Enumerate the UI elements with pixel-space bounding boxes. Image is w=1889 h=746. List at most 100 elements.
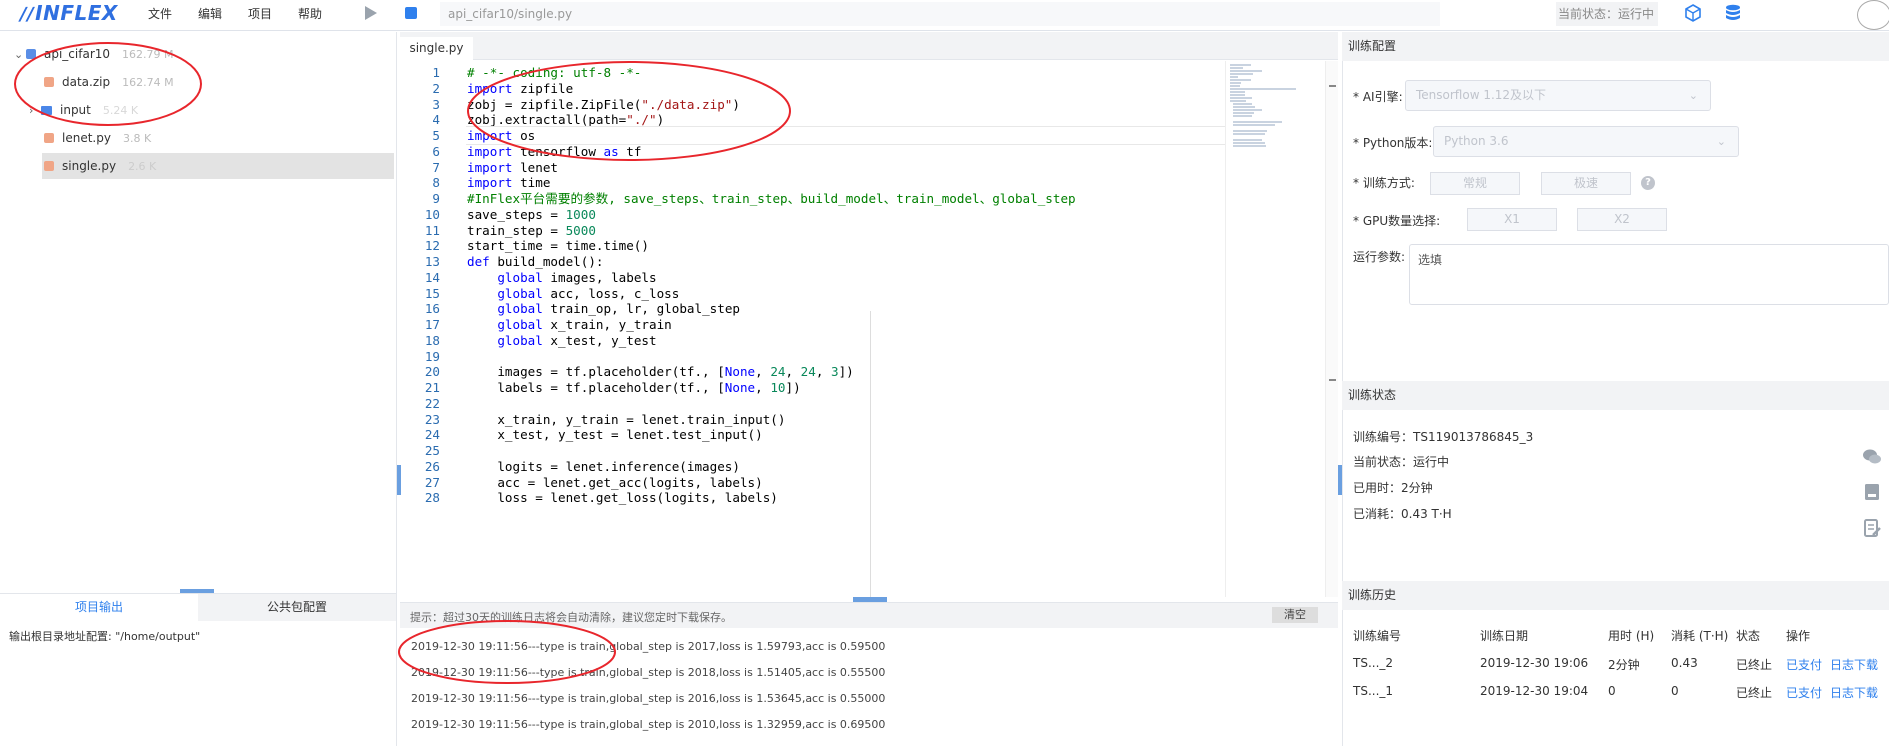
train-id: 训练编号：TS119013786845_3 [1353, 430, 1534, 444]
history-log-download-link[interactable]: 日志下载 [1830, 656, 1878, 673]
train-current-state: 当前状态：运行中 [1353, 455, 1450, 469]
minimap-line [1230, 82, 1241, 84]
left-resize-handle[interactable] [397, 465, 401, 495]
log-line: 2019-12-30 19:11:56---type is train,glob… [411, 692, 886, 705]
help-icon[interactable]: ? [1641, 176, 1655, 190]
minimap-line [1233, 124, 1276, 126]
code-text: loss = lenet.get_loss(logits, labels) [467, 490, 778, 506]
minimap-line [1230, 73, 1254, 75]
history-row-id: TS..._2 [1353, 656, 1394, 670]
history-log-download-link[interactable]: 日志下载 [1830, 684, 1878, 701]
run-status-badge: 当前状态：运行中 [1556, 2, 1658, 26]
train-mode-label: * 训练方式: [1353, 176, 1415, 190]
database-icon[interactable] [1725, 4, 1741, 27]
bookmark-icon[interactable] [1862, 482, 1882, 502]
history-col-cost: 消耗 (T·H) [1671, 629, 1729, 643]
minimap-line [1233, 145, 1267, 147]
history-row-cost: 0.43 [1671, 656, 1698, 670]
history-row-cost: 0 [1671, 684, 1679, 698]
tab-public-package-config[interactable]: 公共包配置 [198, 594, 396, 621]
editor-tab-single-py[interactable]: single.py [400, 37, 473, 60]
train-elapsed: 已用时：2分钟 [1353, 481, 1433, 495]
history-row-date: 2019-12-30 19:06 [1480, 656, 1589, 670]
minimap-line [1230, 88, 1296, 90]
menu-project[interactable]: 项目 [248, 5, 272, 22]
menu-edit[interactable]: 编辑 [198, 5, 222, 22]
minimap-line [1233, 139, 1262, 141]
left-bottom-tabs: 项目输出 公共包配置 [0, 593, 397, 621]
minimap-line [1233, 133, 1265, 135]
code-line[interactable]: 28 loss = lenet.get_loss(logits, labels) [400, 488, 1225, 507]
minimap-line [1230, 91, 1246, 93]
train-history-header: 训练历史 [1342, 581, 1889, 610]
history-row-time: 0 [1608, 684, 1616, 698]
wechat-icon[interactable] [1862, 447, 1882, 467]
minimap-line [1230, 67, 1243, 69]
menu-help[interactable]: 帮助 [298, 5, 322, 22]
minimap-line [1230, 94, 1246, 96]
history-paid-link[interactable]: 已支付 [1786, 684, 1822, 701]
minimap-line [1230, 76, 1239, 78]
minimap-line [1230, 97, 1252, 99]
history-row-date: 2019-12-30 19:04 [1480, 684, 1589, 698]
editor-tab-bar [400, 32, 1338, 60]
clear-log-button[interactable]: 清空 [1272, 607, 1318, 623]
annotation-circle [14, 42, 202, 126]
minimap-line [1230, 64, 1251, 66]
history-row-id: TS..._1 [1353, 684, 1394, 698]
history-col-status: 状态 [1736, 629, 1761, 643]
editor-scrollbar[interactable] [1325, 61, 1338, 597]
train-status-header: 训练状态 [1342, 381, 1889, 410]
menu-file[interactable]: 文件 [148, 5, 172, 22]
code-minimap[interactable] [1225, 61, 1325, 597]
minimap-line [1233, 115, 1253, 117]
stop-button[interactable] [405, 7, 417, 19]
engine-label: * AI引擎: [1353, 90, 1403, 104]
train-mode-normal-button[interactable]: 常规 [1430, 172, 1520, 195]
python-version-label: * Python版本: [1353, 136, 1433, 150]
minimap-line [1233, 121, 1282, 123]
train-mode-fast-button[interactable]: 极速 [1541, 172, 1631, 195]
avatar-icon[interactable] [1857, 0, 1889, 30]
minimap-line [1230, 70, 1263, 72]
log-line: 2019-12-30 19:11:56---type is train,glob… [411, 718, 886, 731]
file-icon [44, 161, 54, 171]
tree-item-single[interactable]: single.py 2.6 K [42, 153, 394, 179]
annotation-circle [467, 61, 791, 161]
gpu-x1-button[interactable]: X1 [1467, 208, 1557, 231]
engine-select[interactable]: Tensorflow 1.12及以下 ⌄ [1405, 80, 1711, 111]
minimap-line [1233, 142, 1265, 144]
chevron-down-icon: ⌄ [1716, 135, 1726, 148]
minimap-line [1230, 79, 1251, 81]
gpu-x2-button[interactable]: X2 [1577, 208, 1667, 231]
note-edit-icon[interactable] [1862, 518, 1882, 538]
tree-item-lenet[interactable]: lenet.py 3.8 K [44, 125, 384, 151]
run-params-input[interactable]: 选填 [1409, 244, 1889, 305]
annotation-circle [398, 620, 616, 684]
minimap-line [1230, 85, 1240, 87]
run-button[interactable] [364, 5, 378, 21]
train-consumed: 已消耗：0.43 T·H [1353, 507, 1452, 521]
gpu-count-label: * GPU数量选择: [1353, 214, 1441, 228]
history-row-status: 已终止 [1736, 658, 1773, 672]
tab-project-output[interactable]: 项目输出 [0, 594, 198, 621]
python-version-select[interactable]: Python 3.6 ⌄ [1433, 126, 1739, 157]
app-logo[interactable]: ∕∕INFLEX [20, 1, 118, 25]
file-path-display: api_cifar10/single.py [440, 2, 1440, 26]
history-col-date: 训练日期 [1480, 629, 1529, 643]
history-row-time: 2分钟 [1608, 658, 1640, 672]
history-col-time: 用时 (H) [1608, 629, 1655, 643]
logo-swoosh-icon: ∕∕ [20, 4, 35, 25]
history-row-status: 已终止 [1736, 686, 1773, 700]
minimap-line [1233, 109, 1262, 111]
minimap-line [1233, 106, 1255, 108]
right-resize-handle[interactable] [1338, 465, 1342, 495]
history-paid-link[interactable]: 已支付 [1786, 656, 1822, 673]
history-col-action: 操作 [1786, 629, 1811, 643]
minimap-line [1230, 100, 1247, 102]
chevron-down-icon: ⌄ [1688, 89, 1698, 102]
cube-icon[interactable] [1684, 4, 1702, 25]
play-icon [365, 6, 377, 20]
output-root-config: 输出根目录地址配置: "/home/output" [9, 630, 201, 643]
file-icon [44, 133, 54, 143]
